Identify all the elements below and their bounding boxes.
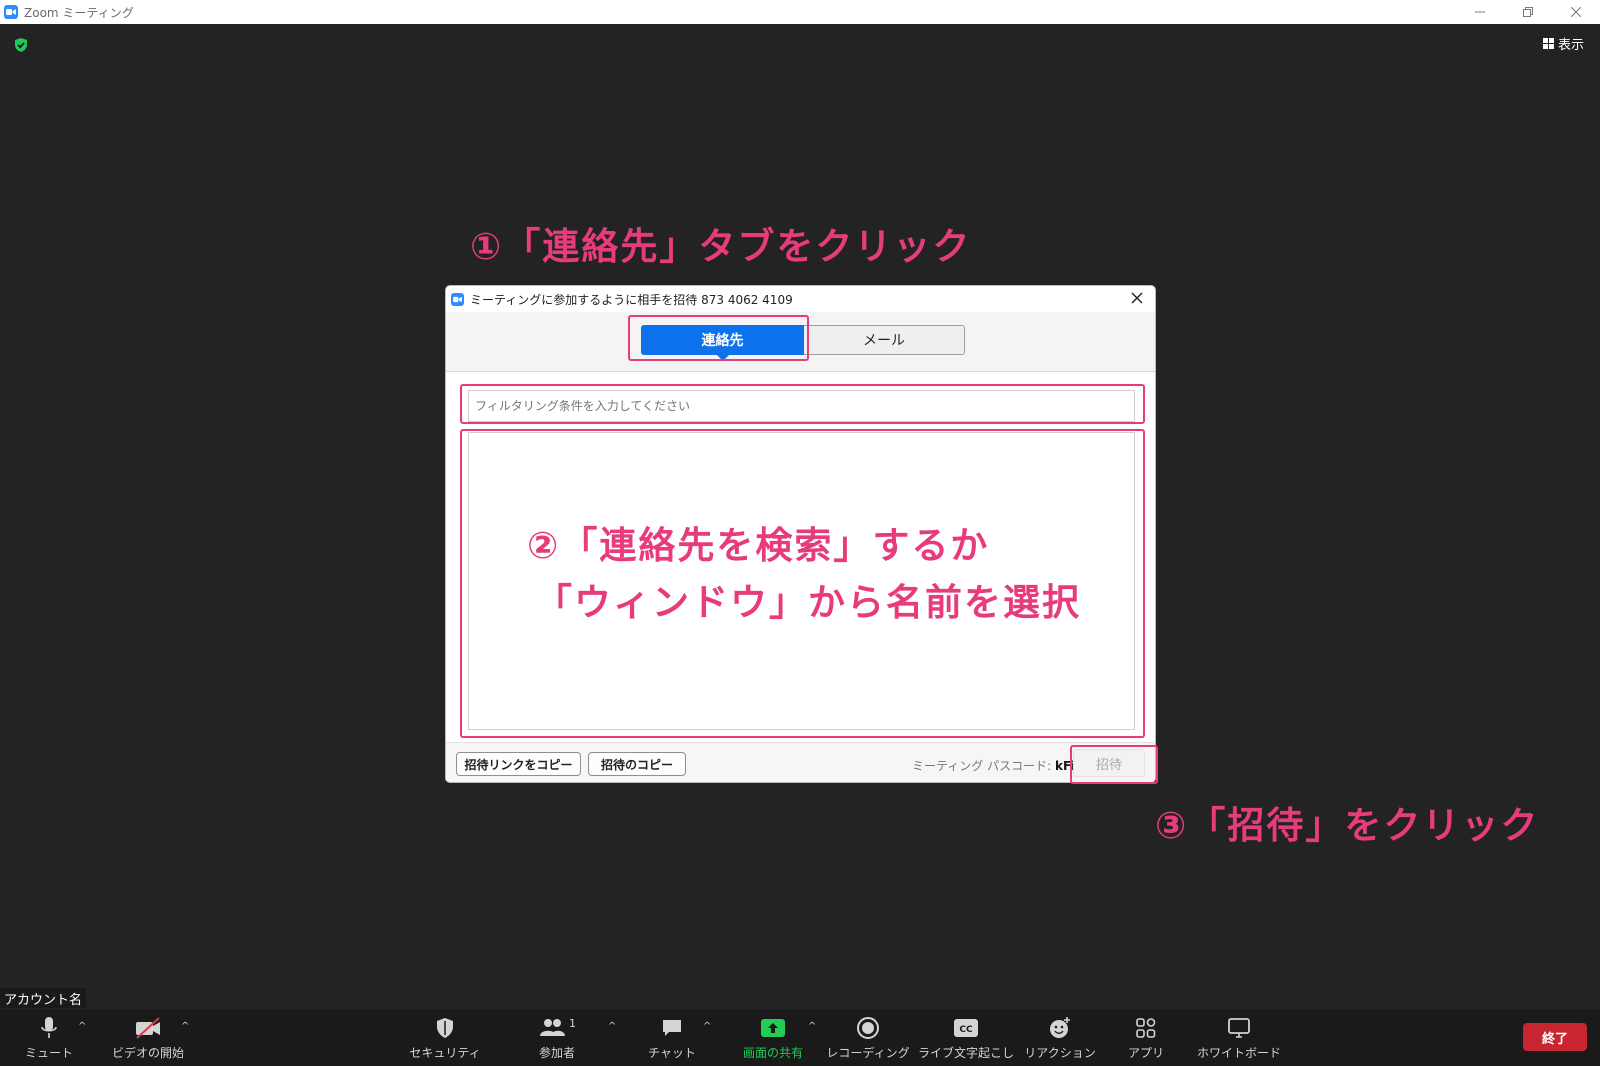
apps-icon xyxy=(1135,1015,1157,1041)
chat-icon xyxy=(661,1015,683,1041)
share-screen-button[interactable]: 画面の共有 xyxy=(733,1009,813,1066)
start-video-label: ビデオの開始 xyxy=(111,1046,184,1060)
participants-options-chevron-icon[interactable]: ^ xyxy=(608,1021,616,1032)
participants-icon: 1 xyxy=(539,1015,575,1041)
mute-label: ミュート xyxy=(24,1046,73,1060)
passcode-label: ミーティング パスコード: xyxy=(912,759,1052,773)
account-name: アカウント名 xyxy=(0,988,87,1008)
whiteboard-button[interactable]: ホワイトボード xyxy=(1194,1009,1284,1066)
share-screen-icon xyxy=(760,1015,786,1041)
meeting-toolbar: ミュート ^ ビデオの開始 ^ セキュリティ 1 参加者 ^ チャット ^ 画面… xyxy=(0,1009,1600,1066)
recording-button[interactable]: レコーディング xyxy=(826,1009,910,1066)
participants-button[interactable]: 1 参加者 xyxy=(529,1009,585,1066)
end-meeting-button[interactable]: 終了 xyxy=(1523,1023,1587,1051)
reactions-label: リアクション xyxy=(1024,1046,1096,1060)
participants-label: 参加者 xyxy=(538,1046,575,1060)
mute-options-chevron-icon[interactable]: ^ xyxy=(78,1021,86,1032)
reaction-icon xyxy=(1048,1015,1072,1041)
apps-button[interactable]: アプリ xyxy=(1116,1009,1176,1066)
annotation-step2-line1: ②「連絡先を検索」するか xyxy=(527,524,990,567)
highlight-filter-input xyxy=(460,384,1145,424)
restore-icon[interactable] xyxy=(1504,0,1552,24)
chat-options-chevron-icon[interactable]: ^ xyxy=(703,1021,711,1032)
window-title: Zoom ミーティング xyxy=(24,5,134,20)
record-icon xyxy=(856,1015,880,1041)
share-screen-label: 画面の共有 xyxy=(742,1046,803,1060)
security-button[interactable]: セキュリティ xyxy=(409,1009,481,1066)
copy-invite-link-button[interactable]: 招待リンクをコピー xyxy=(456,752,581,776)
view-button[interactable]: 表示 xyxy=(1542,34,1584,53)
whiteboard-label: ホワイトボード xyxy=(1196,1046,1281,1060)
apps-label: アプリ xyxy=(1127,1046,1164,1060)
share-options-chevron-icon[interactable]: ^ xyxy=(808,1021,816,1032)
start-video-button[interactable]: ビデオの開始 xyxy=(108,1009,188,1066)
live-transcript-button[interactable]: CC ライブ文字起こし xyxy=(918,1009,1014,1066)
video-options-chevron-icon[interactable]: ^ xyxy=(181,1021,189,1032)
grid-view-icon xyxy=(1542,38,1554,49)
video-off-icon xyxy=(134,1015,162,1041)
dialog-title: ミーティングに参加するように相手を招待 873 4062 4109 xyxy=(470,292,793,307)
chat-button[interactable]: チャット xyxy=(644,1009,700,1066)
dialog-footer: 招待リンクをコピー 招待のコピー ミーティング パスコード: kFik2y 招待 xyxy=(446,742,1155,782)
security-label: セキュリティ xyxy=(409,1046,481,1060)
close-icon[interactable] xyxy=(1552,0,1600,24)
shield-check-icon[interactable] xyxy=(13,37,29,53)
live-transcript-label: ライブ文字起こし xyxy=(918,1046,1015,1060)
whiteboard-icon xyxy=(1227,1015,1251,1041)
reactions-button[interactable]: リアクション xyxy=(1024,1009,1096,1066)
cc-icon: CC xyxy=(953,1015,979,1041)
mute-button[interactable]: ミュート xyxy=(22,1009,76,1066)
highlight-contacts-tab xyxy=(628,315,809,361)
microphone-icon xyxy=(39,1015,59,1041)
tab-mail-label: メール xyxy=(863,333,905,349)
recording-label: レコーディング xyxy=(826,1046,910,1060)
annotation-step2-line2: 「ウィンドウ」から名前を選択 xyxy=(535,581,1081,624)
view-label: 表示 xyxy=(1557,38,1584,53)
dialog-title-bar: ミーティングに参加するように相手を招待 873 4062 4109 xyxy=(446,286,1155,312)
svg-text:CC: CC xyxy=(959,1025,973,1035)
close-icon[interactable] xyxy=(1129,290,1145,306)
tab-mail[interactable]: メール xyxy=(804,325,965,355)
annotation-step1: ①「連絡先」タブをクリック xyxy=(470,225,972,268)
window-title-bar: Zoom ミーティング xyxy=(0,0,1600,24)
participants-count: 1 xyxy=(569,1017,575,1030)
zoom-app-icon xyxy=(451,292,464,306)
minimize-icon[interactable] xyxy=(1456,0,1504,24)
copy-invitation-button[interactable]: 招待のコピー xyxy=(588,752,686,776)
annotation-step3: ③「招待」をクリック xyxy=(1155,804,1540,847)
highlight-invite-button xyxy=(1070,745,1158,784)
chat-label: チャット xyxy=(648,1046,696,1060)
zoom-app-icon xyxy=(4,5,18,19)
shield-icon xyxy=(435,1015,455,1041)
